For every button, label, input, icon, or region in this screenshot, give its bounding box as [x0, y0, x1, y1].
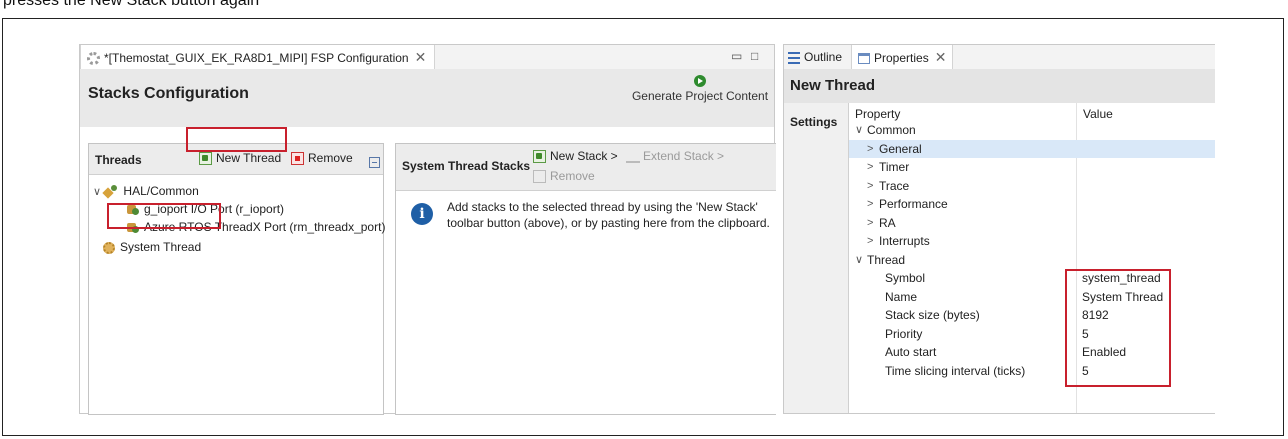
settings-tab[interactable]: Settings [790, 115, 837, 129]
property-label: Thread [867, 252, 906, 267]
tree-item-hal-common[interactable]: ∨ HAL/Common [93, 184, 199, 198]
properties-tabstrip: Outline Properties ✕ [784, 45, 1215, 70]
threads-label: Threads [95, 153, 142, 167]
thread-icon [103, 241, 115, 254]
editor-tabstrip: *[Themostat_GUIX_EK_RA8D1_MIPI] FSP Conf… [80, 45, 774, 70]
stacks-configuration-header: Stacks Configuration Generate Project Co… [80, 69, 774, 127]
remove-thread-label: Remove [308, 151, 353, 165]
new-thread-icon [199, 152, 212, 166]
chevron-right-icon[interactable]: > [867, 158, 873, 176]
property-row[interactable]: > Interrupts [849, 232, 1215, 250]
new-thread-label: New Thread [216, 151, 282, 165]
property-label: Name [885, 289, 918, 304]
close-icon[interactable]: ✕ [415, 49, 427, 65]
extend-stack-icon [626, 151, 640, 163]
maximize-icon[interactable]: □ [751, 49, 758, 63]
generate-project-content-label: Generate Project Content [631, 89, 769, 103]
hal-common-icon [104, 185, 119, 198]
stacks-toolbar: System Thread Stacks New Stack > Extend … [396, 144, 776, 191]
highlight-new-thread [186, 127, 287, 152]
remove-icon [291, 152, 304, 166]
property-label: Performance [879, 197, 948, 211]
info-icon: i [411, 203, 433, 225]
property-row[interactable]: > Trace [849, 177, 1215, 195]
chevron-right-icon[interactable]: > [867, 195, 873, 213]
chevron-right-icon[interactable]: > [867, 140, 873, 158]
remove-thread-button[interactable]: Remove [291, 151, 353, 166]
column-header-property: Property [855, 107, 901, 121]
page-title: Stacks Configuration [88, 85, 249, 102]
properties-header: New Thread [784, 69, 1215, 103]
property-label: Common [867, 123, 916, 137]
tab-outline[interactable]: Outline [788, 45, 842, 69]
properties-icon [858, 53, 870, 65]
property-row[interactable]: > Timer [849, 158, 1215, 176]
play-icon [694, 75, 706, 87]
property-row[interactable]: > General [849, 139, 1215, 158]
property-label: RA [879, 215, 896, 230]
new-stack-icon [533, 150, 546, 164]
property-label: Auto start [885, 345, 937, 359]
chevron-down-icon[interactable]: ∨ [855, 251, 863, 269]
chevron-down-icon[interactable]: ∨ [93, 186, 101, 198]
info-message: Add stacks to the selected thread by usi… [447, 200, 770, 230]
new-stack-label: New Stack > [550, 149, 618, 163]
remove-stack-icon [533, 170, 546, 184]
caption-text: presses the New Stack button again [3, 0, 260, 9]
close-icon[interactable]: ✕ [935, 49, 947, 65]
property-label: Symbol [885, 271, 926, 285]
gear-icon [87, 52, 100, 66]
extend-stack-label: Extend Stack > [643, 149, 725, 163]
chevron-right-icon[interactable]: > [867, 232, 873, 250]
tab-properties[interactable]: Properties ✕ [851, 45, 954, 69]
screenshot-frame: *[Themostat_GUIX_EK_RA8D1_MIPI] FSP Conf… [2, 18, 1284, 436]
property-label: Priority [885, 326, 923, 341]
property-row[interactable]: ∨ Common [849, 121, 1215, 139]
tab-fsp-configuration-label: *[Themostat_GUIX_EK_RA8D1_MIPI] FSP Conf… [104, 51, 409, 65]
property-label: Time slicing interval (ticks) [885, 363, 1026, 378]
property-row[interactable]: > Performance [849, 195, 1215, 213]
extend-stack-button[interactable]: Extend Stack > [626, 149, 724, 163]
chevron-down-icon[interactable]: ∨ [855, 121, 863, 139]
tab-outline-label: Outline [804, 50, 843, 64]
outline-icon [788, 51, 800, 64]
chevron-right-icon[interactable]: > [867, 177, 873, 195]
highlight-thread-values [1065, 269, 1171, 387]
fsp-configuration-editor: *[Themostat_GUIX_EK_RA8D1_MIPI] FSP Conf… [79, 44, 776, 415]
tree-item-system-thread-label: System Thread [120, 240, 202, 254]
property-label: Interrupts [879, 234, 930, 248]
property-label: Timer [879, 160, 910, 174]
property-label: General [879, 141, 922, 156]
system-thread-stacks-label: System Thread Stacks [402, 159, 531, 173]
chevron-right-icon[interactable]: > [867, 214, 873, 232]
tree-item-system-thread[interactable]: System Thread [103, 240, 201, 254]
tree-item-hal-common-label: HAL/Common [123, 184, 199, 198]
property-row[interactable]: ∨ Thread [849, 251, 1215, 269]
tab-properties-label: Properties [874, 51, 929, 65]
properties-sidebar: Settings [784, 103, 849, 413]
property-label: Trace [879, 178, 910, 193]
remove-stack-button[interactable]: Remove [533, 169, 595, 184]
column-header-value: Value [1083, 107, 1113, 121]
tab-fsp-configuration[interactable]: *[Themostat_GUIX_EK_RA8D1_MIPI] FSP Conf… [80, 45, 436, 69]
thread-stacks-panel: System Thread Stacks New Stack > Extend … [395, 143, 776, 415]
new-stack-button[interactable]: New Stack > [533, 149, 618, 164]
property-row[interactable]: > RA [849, 214, 1215, 232]
highlight-system-thread [107, 203, 221, 229]
collapse-all-icon[interactable] [369, 157, 380, 169]
generate-project-content-button[interactable]: Generate Project Content [625, 75, 775, 103]
remove-stack-label: Remove [550, 169, 595, 183]
minimize-icon[interactable]: ▭ [731, 49, 742, 63]
properties-title: New Thread [790, 77, 876, 94]
threads-panel: Threads New Thread Remove ∨ HAL/Common g… [88, 143, 385, 415]
new-thread-button[interactable]: New Thread [199, 151, 282, 166]
property-label: Stack size (bytes) [885, 308, 980, 322]
